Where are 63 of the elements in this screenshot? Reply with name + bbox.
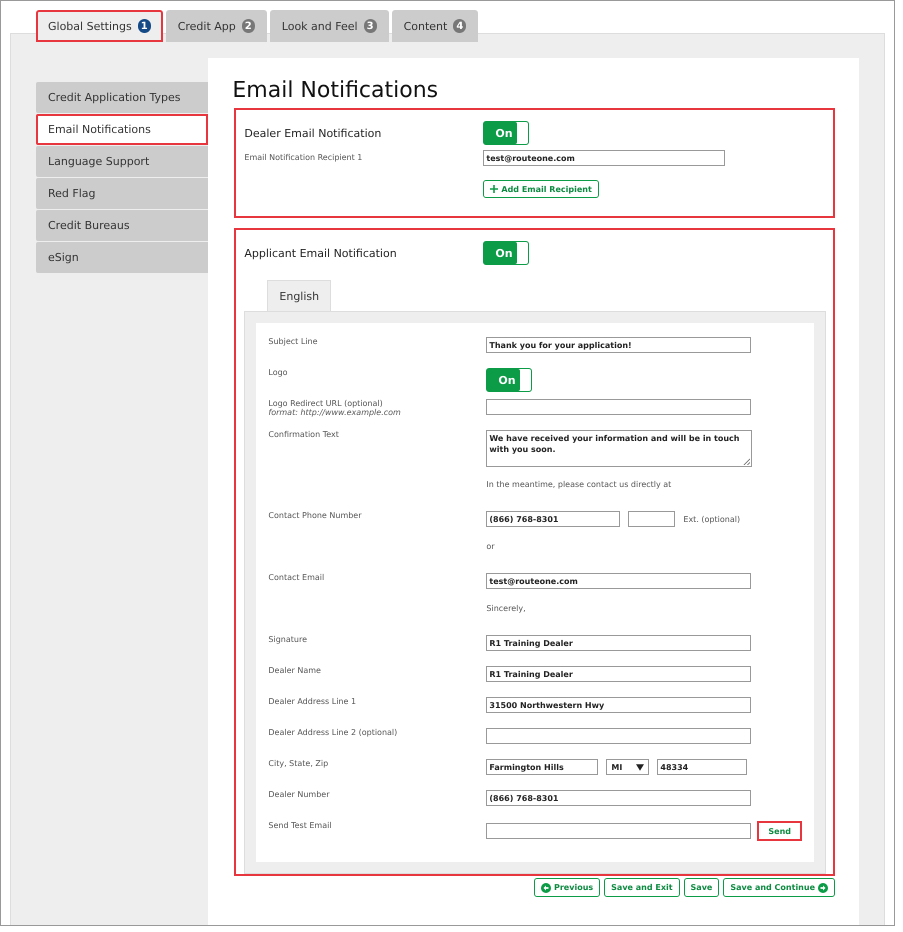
input-field[interactable]: 31500 Northwestern Hwy xyxy=(486,697,752,713)
sidebar-item[interactable]: Credit Bureaus xyxy=(36,210,208,241)
field-label: Contact Email xyxy=(268,573,326,582)
field-label: Email Notification Recipient 1 xyxy=(244,152,364,162)
format-hint: format: http://www.example.com xyxy=(268,408,402,417)
send-button[interactable]: Send xyxy=(757,821,802,841)
field-label: Subject Line xyxy=(268,337,319,346)
arrow-right-icon xyxy=(818,882,828,892)
section-title: Dealer Email Notification xyxy=(244,126,382,140)
field-label: Logo Redirect URL (optional) xyxy=(268,399,384,408)
toggle-switch[interactable]: On xyxy=(486,368,532,392)
arrow-left-icon xyxy=(541,882,551,892)
input-field[interactable]: (866) 768-8301 xyxy=(486,790,752,806)
input-field[interactable] xyxy=(486,823,752,839)
extension-field[interactable] xyxy=(628,511,676,527)
field-label: Dealer Number xyxy=(268,790,330,799)
add-recipient-button[interactable]: Add Email Recipient xyxy=(483,180,599,198)
tab[interactable]: Look and Feel 3 xyxy=(270,10,389,42)
sidebar-item[interactable]: Email Notifications xyxy=(36,114,208,145)
field-label: Dealer Name xyxy=(268,666,322,675)
field-label: Dealer Address Line 2 (optional) xyxy=(268,728,398,737)
language-tab[interactable]: English xyxy=(267,280,332,311)
state-dropdown[interactable]: MI xyxy=(606,759,650,775)
tab[interactable]: Global Settings 1 xyxy=(36,10,163,42)
field-label: Dealer Address Line 1 xyxy=(268,697,358,706)
caret-icon xyxy=(636,764,644,770)
text-area[interactable]: We have received your information and will be in touch with you soon. xyxy=(486,430,752,467)
phone-field[interactable]: (866) 768-8301 xyxy=(486,511,620,527)
city-field[interactable]: Farmington Hills xyxy=(486,759,598,775)
sidebar-item[interactable]: Red Flag xyxy=(36,178,208,209)
input-field[interactable]: R1 Training Dealer xyxy=(486,666,752,682)
input-field[interactable]: test@routeone.com xyxy=(483,150,726,166)
sidebar-item[interactable]: eSign xyxy=(36,242,208,273)
note-text: Sincerely, xyxy=(486,604,526,613)
plus-icon xyxy=(490,185,498,193)
footer-button[interactable]: Save xyxy=(684,878,720,897)
input-field[interactable]: R1 Training Dealer xyxy=(486,635,752,651)
field-label: Ext. (optional) xyxy=(683,514,740,524)
input-field[interactable] xyxy=(486,399,752,415)
field-label: Signature xyxy=(268,635,308,644)
page-title: Email Notifications xyxy=(232,78,440,103)
input-field[interactable]: test@routeone.com xyxy=(486,573,752,589)
input-field[interactable] xyxy=(486,728,752,744)
field-label: City, State, Zip xyxy=(268,759,330,768)
input-field[interactable]: Thank you for your application! xyxy=(486,337,752,353)
zip-field[interactable]: 48334 xyxy=(657,759,748,775)
section-title: Applicant Email Notification xyxy=(244,246,398,260)
field-label: Send Test Email xyxy=(268,821,333,830)
field-label: Contact Phone Number xyxy=(268,511,363,520)
sidebar-item[interactable]: Credit Application Types xyxy=(36,82,208,113)
footer-button[interactable]: Previous xyxy=(534,878,600,897)
tab[interactable]: Content 4 xyxy=(392,10,478,42)
note-text: In the meantime, please contact us directly at xyxy=(486,480,672,489)
resize-grip-icon xyxy=(743,458,750,465)
sidebar-item[interactable]: Language Support xyxy=(36,146,208,177)
toggle-switch[interactable]: On xyxy=(483,241,530,265)
tab[interactable]: Credit App 2 xyxy=(166,10,267,42)
field-label: Confirmation Text xyxy=(268,430,340,439)
toggle-switch[interactable]: On xyxy=(483,121,530,145)
footer-button[interactable]: Save and Exit xyxy=(604,878,680,897)
footer-button[interactable]: Save and Continue xyxy=(723,878,835,897)
field-label: Logo xyxy=(268,368,289,377)
note-text: or xyxy=(486,542,495,551)
